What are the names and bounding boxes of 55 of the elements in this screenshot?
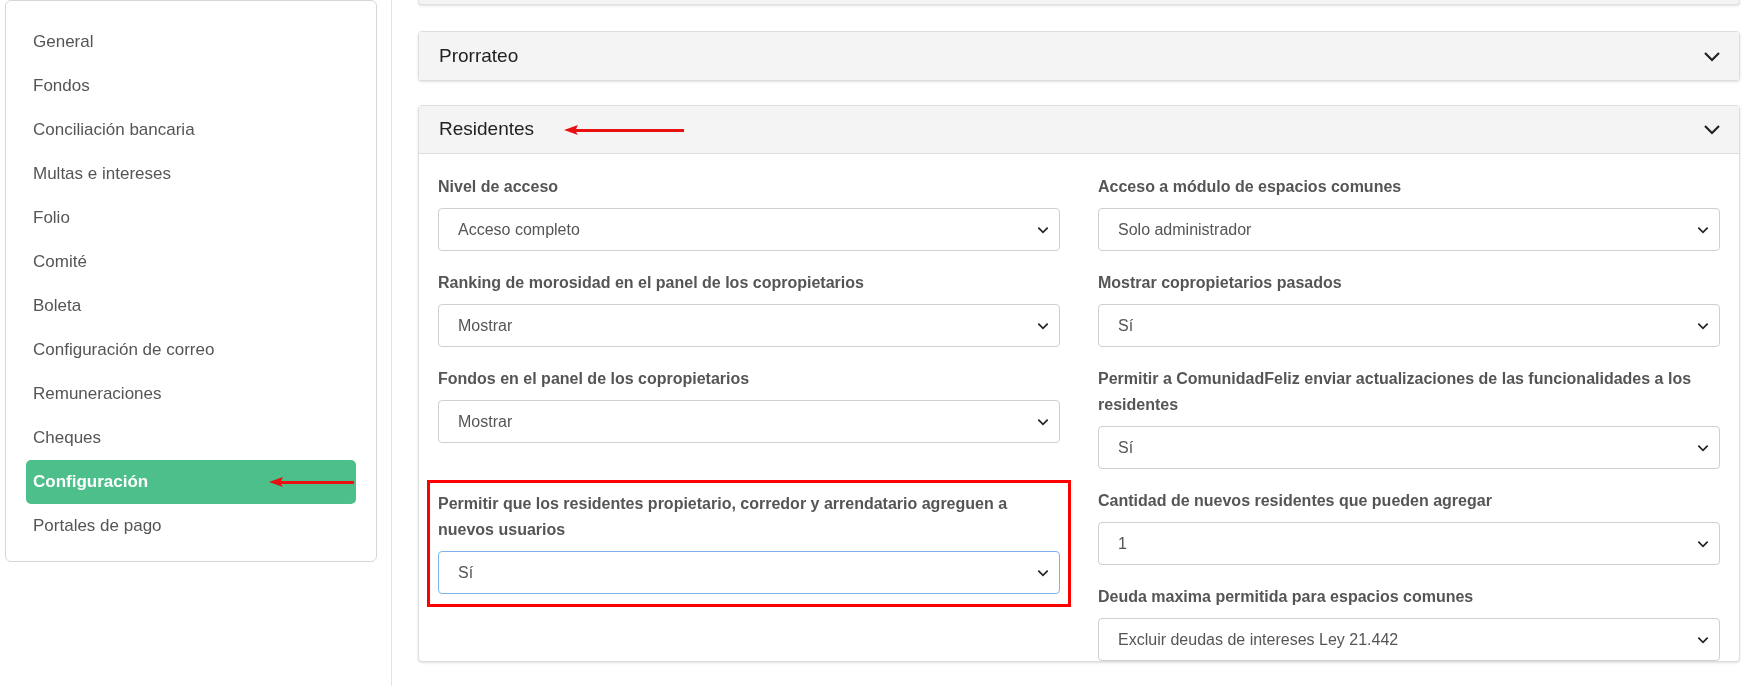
chevron-down-icon bbox=[1703, 50, 1721, 62]
field-label: Permitir a ComunidadFeliz enviar actualizaciones de las funcionalidades a los residentes bbox=[1098, 369, 1693, 415]
sidebar-item[interactable]: Folio bbox=[26, 196, 356, 240]
select-field[interactable]: Sí bbox=[1098, 304, 1720, 347]
field-label: Fondos en el panel de los copropietarios bbox=[438, 369, 751, 389]
select-value: Mostrar bbox=[458, 315, 513, 336]
chevron-down-icon bbox=[1697, 635, 1709, 644]
chevron-down-icon bbox=[1697, 539, 1709, 548]
panel-header[interactable]: Prorrateo bbox=[419, 32, 1739, 80]
select-value: Excluir deudas de intereses Ley 21.442 bbox=[1118, 629, 1399, 650]
chevron-down-icon bbox=[1697, 321, 1709, 330]
field-label: Nivel de acceso bbox=[438, 177, 560, 197]
chevron-down-icon bbox=[1703, 124, 1721, 135]
panel-title: Residentes bbox=[439, 117, 535, 142]
sidebar-item[interactable]: Portales de pago bbox=[26, 504, 356, 548]
sidebar-item[interactable]: Comité bbox=[26, 240, 356, 284]
chevron-down-icon bbox=[1697, 225, 1709, 234]
field-label: Mostrar copropietarios pasados bbox=[1098, 273, 1343, 293]
select-field[interactable]: Acceso completo bbox=[438, 208, 1060, 251]
field-label: Ranking de morosidad en el panel de los copropietarios bbox=[438, 273, 865, 293]
select-value: Sí bbox=[458, 562, 474, 583]
select-value: Sí bbox=[1118, 437, 1134, 458]
select-value: 1 bbox=[1118, 533, 1127, 554]
sidebar-item[interactable]: Cheques bbox=[26, 416, 356, 460]
select-field[interactable]: Solo administrador bbox=[1098, 208, 1720, 251]
select-value: Acceso completo bbox=[458, 219, 580, 240]
select-field[interactable]: Sí bbox=[438, 551, 1060, 594]
sidebar-item[interactable]: Boleta bbox=[26, 284, 356, 328]
chevron-down-icon bbox=[1697, 443, 1709, 452]
field-label: Permitir que los residentes propietario, corredor y arrendatario agreguen a nuevos usuarios bbox=[438, 494, 1009, 540]
sidebar-item[interactable]: Conciliación bancaria bbox=[26, 108, 356, 152]
sidebar-item[interactable]: Configuración de correo bbox=[26, 328, 356, 372]
field-label: Deuda maxima permitida para espacios comunes bbox=[1098, 587, 1475, 607]
select-field[interactable]: Mostrar bbox=[438, 304, 1060, 347]
sidebar-item[interactable]: Remuneraciones bbox=[26, 372, 356, 416]
chevron-down-icon bbox=[1037, 417, 1049, 426]
select-value: Sí bbox=[1118, 315, 1134, 336]
sidebar-item[interactable]: General bbox=[26, 20, 356, 64]
select-value: Solo administrador bbox=[1118, 219, 1252, 240]
chevron-down-icon bbox=[1037, 321, 1049, 330]
chevron-down-icon bbox=[1037, 225, 1049, 234]
arrow-annotation-icon bbox=[564, 123, 685, 136]
select-field[interactable]: Sí bbox=[1098, 426, 1720, 469]
select-field[interactable]: Excluir deudas de intereses Ley 21.442 bbox=[1098, 618, 1720, 661]
arrow-annotation-icon bbox=[269, 476, 354, 488]
sidebar-item[interactable]: Multas e intereses bbox=[26, 152, 356, 196]
field-label: Acceso a módulo de espacios comunes bbox=[1098, 177, 1403, 197]
select-value: Mostrar bbox=[458, 411, 513, 432]
field-label: Cantidad de nuevos residentes que pueden agregar bbox=[1098, 491, 1493, 511]
panel-header[interactable]: Residentes bbox=[419, 106, 1739, 154]
panel-title: Prorrateo bbox=[439, 43, 519, 68]
select-field[interactable]: Mostrar bbox=[438, 400, 1060, 443]
select-field[interactable]: 1 bbox=[1098, 522, 1720, 565]
sidebar-item[interactable]: Fondos bbox=[26, 64, 356, 108]
chevron-down-icon bbox=[1037, 568, 1049, 577]
